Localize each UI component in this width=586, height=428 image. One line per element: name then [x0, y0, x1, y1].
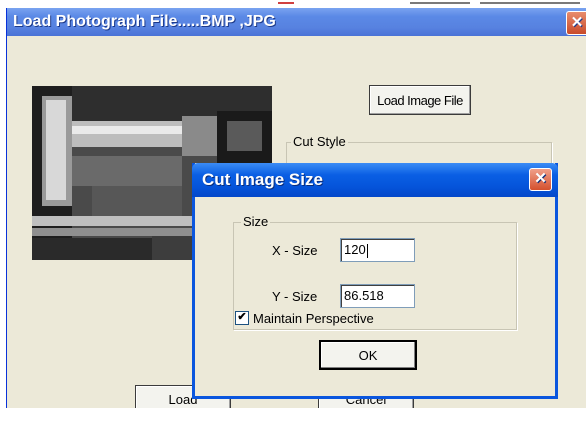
x-size-input[interactable]: 120: [340, 238, 415, 262]
window-title: Load Photograph File.....BMP ,JPG: [13, 13, 276, 30]
check-icon: ✔: [237, 311, 247, 323]
y-size-value: 86.518: [344, 288, 384, 303]
close-icon: ✕: [570, 14, 584, 31]
maintain-perspective-checkbox[interactable]: ✔: [235, 311, 249, 325]
ok-button[interactable]: OK: [320, 341, 416, 369]
window-close-button[interactable]: ✕: [566, 11, 586, 35]
screen-speck: [278, 2, 294, 4]
dialog-close-button[interactable]: ✕: [529, 168, 552, 191]
size-group-label: Size: [241, 214, 271, 229]
ok-button-label: OK: [358, 348, 378, 363]
y-size-input[interactable]: 86.518: [340, 284, 415, 308]
x-size-value: 120: [344, 242, 366, 257]
screen-speck: [410, 2, 470, 4]
x-size-label: X - Size: [272, 243, 318, 258]
load-image-file-button[interactable]: Load Image File: [369, 85, 471, 115]
close-icon: ✕: [534, 170, 547, 187]
screen-speck: [480, 2, 580, 4]
y-size-label: Y - Size: [272, 289, 318, 304]
text-cursor: [366, 243, 368, 258]
maintain-perspective-label[interactable]: Maintain Perspective: [253, 311, 374, 326]
cut-style-label: Cut Style: [291, 134, 348, 149]
dialog-title: Cut Image Size: [202, 170, 323, 189]
dialog-title-bar[interactable]: Cut Image Size ✕: [192, 163, 558, 197]
load-image-file-label: Load Image File: [377, 93, 463, 108]
screen-bottom-strip: [0, 408, 586, 428]
screen-background: [0, 0, 586, 8]
window-title-bar[interactable]: Load Photograph File.....BMP ,JPG ✕: [7, 8, 586, 36]
